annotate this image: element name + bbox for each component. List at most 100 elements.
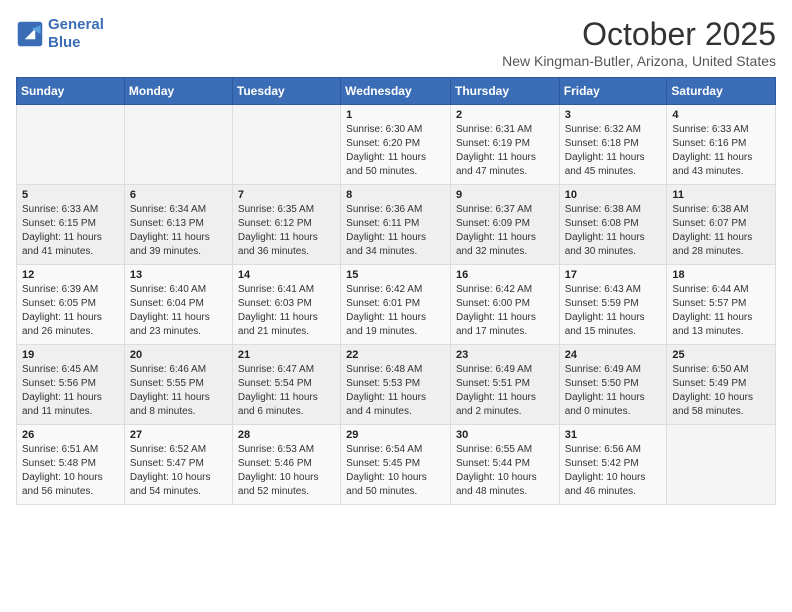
day-info: Sunrise: 6:38 AM Sunset: 6:07 PM Dayligh… (672, 203, 770, 259)
day-info: Sunrise: 6:47 AM Sunset: 5:54 PM Dayligh… (238, 363, 335, 419)
calendar-cell (232, 105, 340, 185)
day-info: Sunrise: 6:48 AM Sunset: 5:53 PM Dayligh… (346, 363, 445, 419)
day-number: 19 (22, 349, 119, 361)
calendar-cell: 19 Sunrise: 6:45 AM Sunset: 5:56 PM Dayli… (17, 345, 125, 425)
day-info: Sunrise: 6:37 AM Sunset: 6:09 PM Dayligh… (456, 203, 554, 259)
day-info: Sunrise: 6:35 AM Sunset: 6:12 PM Dayligh… (238, 203, 335, 259)
day-info: Sunrise: 6:45 AM Sunset: 5:56 PM Dayligh… (22, 363, 119, 419)
day-info: Sunrise: 6:52 AM Sunset: 5:47 PM Dayligh… (130, 443, 227, 499)
day-number: 13 (130, 269, 227, 281)
day-number: 18 (672, 269, 770, 281)
day-info: Sunrise: 6:36 AM Sunset: 6:11 PM Dayligh… (346, 203, 445, 259)
day-info: Sunrise: 6:55 AM Sunset: 5:44 PM Dayligh… (456, 443, 554, 499)
day-info: Sunrise: 6:38 AM Sunset: 6:08 PM Dayligh… (565, 203, 662, 259)
day-info: Sunrise: 6:43 AM Sunset: 5:59 PM Dayligh… (565, 283, 662, 339)
calendar-cell: 11Sunrise: 6:38 AM Sunset: 6:07 PM Dayli… (667, 185, 776, 265)
calendar-cell: 27Sunrise: 6:52 AM Sunset: 5:47 PM Dayli… (124, 425, 232, 505)
column-header-monday: Monday (124, 78, 232, 105)
calendar-cell: 20 Sunrise: 6:46 AM Sunset: 5:55 PM Dayli… (124, 345, 232, 425)
day-info: Sunrise: 6:51 AM Sunset: 5:48 PM Dayligh… (22, 443, 119, 499)
day-info: Sunrise: 6:54 AM Sunset: 5:45 PM Dayligh… (346, 443, 445, 499)
day-number: 12 (22, 269, 119, 281)
calendar-cell: 14 Sunrise: 6:41 AM Sunset: 6:03 PM Dayli… (232, 265, 340, 345)
day-number: 29 (346, 429, 445, 441)
day-info: Sunrise: 6:53 AM Sunset: 5:46 PM Dayligh… (238, 443, 335, 499)
calendar-cell: 7 Sunrise: 6:35 AM Sunset: 6:12 PM Daylig… (232, 185, 340, 265)
day-number: 1 (346, 109, 445, 121)
day-info: Sunrise: 6:33 AM Sunset: 6:15 PM Dayligh… (22, 203, 119, 259)
calendar-cell: 31 Sunrise: 6:56 AM Sunset: 5:42 PM Dayli… (559, 425, 667, 505)
calendar-cell (667, 425, 776, 505)
column-header-saturday: Saturday (667, 78, 776, 105)
calendar-cell: 5 Sunrise: 6:33 AM Sunset: 6:15 PM Daylig… (17, 185, 125, 265)
calendar-cell: 3 Sunrise: 6:32 AM Sunset: 6:18 PM Daylig… (559, 105, 667, 185)
calendar-cell: 24Sunrise: 6:49 AM Sunset: 5:50 PM Dayli… (559, 345, 667, 425)
calendar-row-1: 5 Sunrise: 6:33 AM Sunset: 6:15 PM Daylig… (17, 185, 776, 265)
day-number: 14 (238, 269, 335, 281)
calendar-cell: 12 Sunrise: 6:39 AM Sunset: 6:05 PM Dayli… (17, 265, 125, 345)
day-info: Sunrise: 6:42 AM Sunset: 6:00 PM Dayligh… (456, 283, 554, 339)
day-info: Sunrise: 6:50 AM Sunset: 5:49 PM Dayligh… (672, 363, 770, 419)
calendar-cell: 25 Sunrise: 6:50 AM Sunset: 5:49 PM Dayli… (667, 345, 776, 425)
calendar-cell: 6Sunrise: 6:34 AM Sunset: 6:13 PM Daylig… (124, 185, 232, 265)
day-number: 28 (238, 429, 335, 441)
day-number: 5 (22, 189, 119, 201)
calendar-cell: 1Sunrise: 6:30 AM Sunset: 6:20 PM Daylig… (341, 105, 451, 185)
calendar-cell: 26 Sunrise: 6:51 AM Sunset: 5:48 PM Dayli… (17, 425, 125, 505)
day-info: Sunrise: 6:33 AM Sunset: 6:16 PM Dayligh… (672, 123, 770, 179)
day-info: Sunrise: 6:49 AM Sunset: 5:51 PM Dayligh… (456, 363, 554, 419)
calendar-cell: 17Sunrise: 6:43 AM Sunset: 5:59 PM Dayli… (559, 265, 667, 345)
calendar-body: 1Sunrise: 6:30 AM Sunset: 6:20 PM Daylig… (17, 105, 776, 505)
day-number: 16 (456, 269, 554, 281)
logo-icon (16, 20, 44, 48)
column-header-wednesday: Wednesday (341, 78, 451, 105)
calendar-row-0: 1Sunrise: 6:30 AM Sunset: 6:20 PM Daylig… (17, 105, 776, 185)
day-number: 3 (565, 109, 662, 121)
day-number: 20 (130, 349, 227, 361)
day-info: Sunrise: 6:42 AM Sunset: 6:01 PM Dayligh… (346, 283, 445, 339)
day-number: 22 (346, 349, 445, 361)
column-header-friday: Friday (559, 78, 667, 105)
day-info: Sunrise: 6:34 AM Sunset: 6:13 PM Dayligh… (130, 203, 227, 259)
calendar-cell: 29 Sunrise: 6:54 AM Sunset: 5:45 PM Dayli… (341, 425, 451, 505)
logo: General Blue (16, 16, 104, 52)
location: New Kingman-Butler, Arizona, United Stat… (502, 53, 776, 69)
column-header-tuesday: Tuesday (232, 78, 340, 105)
day-number: 7 (238, 189, 335, 201)
calendar-cell: 28 Sunrise: 6:53 AM Sunset: 5:46 PM Dayli… (232, 425, 340, 505)
day-number: 23 (456, 349, 554, 361)
calendar-cell (124, 105, 232, 185)
day-info: Sunrise: 6:41 AM Sunset: 6:03 PM Dayligh… (238, 283, 335, 339)
logo-line2: Blue (48, 34, 104, 52)
calendar-header-row: SundayMondayTuesdayWednesdayThursdayFrid… (17, 78, 776, 105)
day-number: 9 (456, 189, 554, 201)
day-info: Sunrise: 6:44 AM Sunset: 5:57 PM Dayligh… (672, 283, 770, 339)
calendar-cell: 4Sunrise: 6:33 AM Sunset: 6:16 PM Daylig… (667, 105, 776, 185)
calendar-row-2: 12 Sunrise: 6:39 AM Sunset: 6:05 PM Dayli… (17, 265, 776, 345)
day-number: 26 (22, 429, 119, 441)
day-info: Sunrise: 6:32 AM Sunset: 6:18 PM Dayligh… (565, 123, 662, 179)
day-number: 15 (346, 269, 445, 281)
day-number: 31 (565, 429, 662, 441)
day-number: 25 (672, 349, 770, 361)
calendar-cell: 30Sunrise: 6:55 AM Sunset: 5:44 PM Dayli… (450, 425, 559, 505)
day-number: 21 (238, 349, 335, 361)
calendar-cell: 10Sunrise: 6:38 AM Sunset: 6:08 PM Dayli… (559, 185, 667, 265)
calendar-cell (17, 105, 125, 185)
calendar-cell: 23 Sunrise: 6:49 AM Sunset: 5:51 PM Dayli… (450, 345, 559, 425)
day-info: Sunrise: 6:39 AM Sunset: 6:05 PM Dayligh… (22, 283, 119, 339)
calendar-cell: 8 Sunrise: 6:36 AM Sunset: 6:11 PM Daylig… (341, 185, 451, 265)
day-info: Sunrise: 6:56 AM Sunset: 5:42 PM Dayligh… (565, 443, 662, 499)
column-header-sunday: Sunday (17, 78, 125, 105)
day-number: 8 (346, 189, 445, 201)
calendar-row-4: 26 Sunrise: 6:51 AM Sunset: 5:48 PM Dayli… (17, 425, 776, 505)
calendar-cell: 15 Sunrise: 6:42 AM Sunset: 6:01 PM Dayli… (341, 265, 451, 345)
calendar-cell: 16 Sunrise: 6:42 AM Sunset: 6:00 PM Dayli… (450, 265, 559, 345)
day-info: Sunrise: 6:49 AM Sunset: 5:50 PM Dayligh… (565, 363, 662, 419)
day-info: Sunrise: 6:46 AM Sunset: 5:55 PM Dayligh… (130, 363, 227, 419)
day-info: Sunrise: 6:31 AM Sunset: 6:19 PM Dayligh… (456, 123, 554, 179)
month-title: October 2025 (502, 16, 776, 53)
calendar-cell: 2Sunrise: 6:31 AM Sunset: 6:19 PM Daylig… (450, 105, 559, 185)
column-header-thursday: Thursday (450, 78, 559, 105)
day-info: Sunrise: 6:40 AM Sunset: 6:04 PM Dayligh… (130, 283, 227, 339)
